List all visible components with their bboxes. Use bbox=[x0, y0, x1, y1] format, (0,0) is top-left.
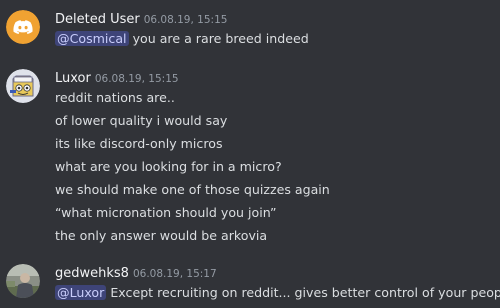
luxor-avatar-icon[interactable] bbox=[6, 69, 40, 103]
message-header: gedwehks8 06.08.19, 15:17 bbox=[55, 263, 217, 283]
username[interactable]: Deleted User bbox=[55, 12, 140, 27]
message-text-content: Except recruiting on reddit... gives bet… bbox=[106, 285, 500, 300]
message-text: of lower quality i would say bbox=[55, 113, 228, 128]
message-text: “what micronation should you join” bbox=[55, 205, 277, 220]
timestamp: 06.08.19, 15:15 bbox=[143, 14, 228, 26]
message-text: reddit nations are.. bbox=[55, 90, 175, 105]
discord-logo-icon[interactable] bbox=[6, 10, 40, 44]
user-mention[interactable]: @Luxor bbox=[55, 285, 107, 300]
chat-message-list: Deleted User 06.08.19, 15:15 @Cosmical yo… bbox=[0, 0, 500, 308]
chat-message-luxor: Luxor 06.08.19, 15:15 reddit nations are.… bbox=[0, 58, 500, 254]
message-text: its like discord-only micros bbox=[55, 136, 223, 151]
message-text-content: you are a rare breed indeed bbox=[128, 31, 309, 46]
message-text: the only answer would be arkovia bbox=[55, 228, 268, 243]
message-text: we should make one of those quizzes agai… bbox=[55, 182, 330, 197]
message-text: @Cosmical you are a rare breed indeed bbox=[55, 30, 309, 48]
message-header: Luxor 06.08.19, 15:15 bbox=[55, 68, 179, 88]
timestamp: 06.08.19, 15:17 bbox=[132, 268, 217, 280]
username[interactable]: Luxor bbox=[55, 71, 91, 86]
message-text: what are you looking for in a micro? bbox=[55, 159, 282, 174]
chat-message-deleted-user: Deleted User 06.08.19, 15:15 @Cosmical yo… bbox=[0, 0, 500, 58]
message-text: @Luxor Except recruiting on reddit... gi… bbox=[55, 284, 500, 302]
timestamp: 06.08.19, 15:15 bbox=[94, 73, 179, 85]
message-header: Deleted User 06.08.19, 15:15 bbox=[55, 9, 227, 29]
username[interactable]: gedwehks8 bbox=[55, 266, 129, 281]
user-photo-avatar-icon[interactable] bbox=[6, 264, 40, 298]
user-mention[interactable]: @Cosmical bbox=[55, 31, 129, 46]
chat-message-gedwehks8: gedwehks8 06.08.19, 15:17 @Luxor Except r… bbox=[0, 254, 500, 308]
